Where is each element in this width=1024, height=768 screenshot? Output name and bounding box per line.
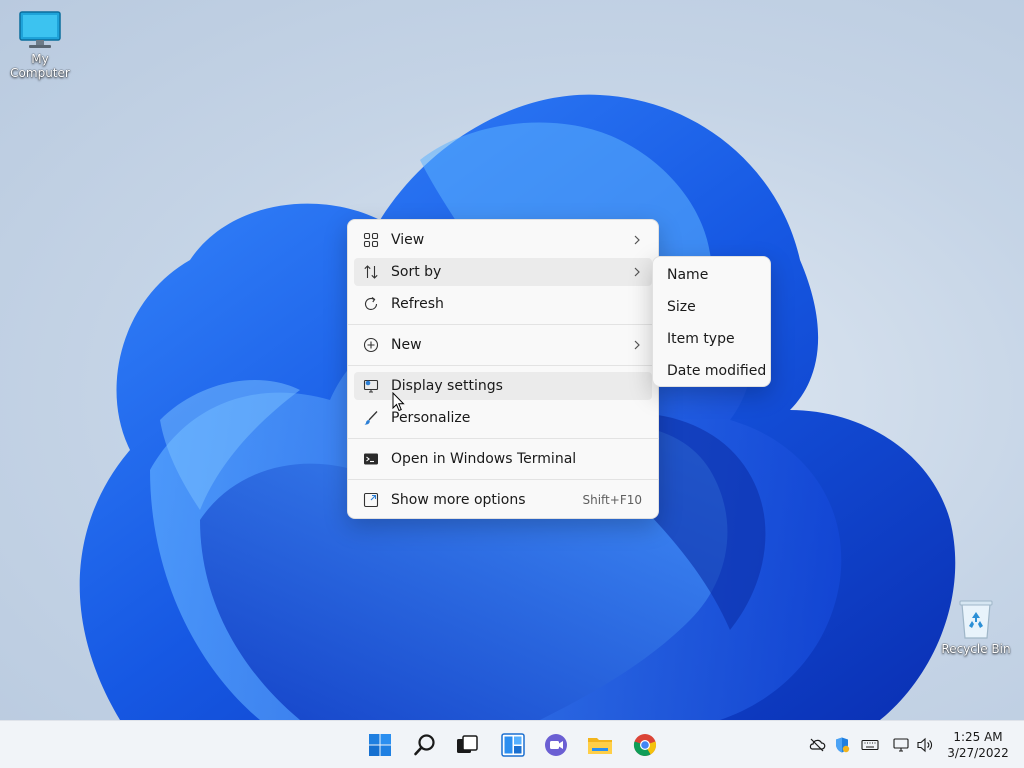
- menu-item-label: Sort by: [391, 264, 442, 280]
- submenu-item-size[interactable]: Size: [657, 293, 767, 321]
- expand-icon: [363, 492, 379, 508]
- menu-item-label: Personalize: [391, 410, 471, 426]
- desktop-icon-label: Recycle Bin: [941, 642, 1011, 656]
- desktop-icon-label: My Computer: [10, 52, 70, 80]
- brush-icon: [364, 411, 378, 425]
- desktop-context-menu: View Sort by Refresh New Display setting…: [347, 219, 659, 519]
- chrome-icon[interactable]: [629, 729, 661, 761]
- shortcut-label: Shift+F10: [582, 493, 642, 507]
- computer-icon: [19, 11, 61, 48]
- menu-item-label: Open in Windows Terminal: [391, 451, 577, 467]
- menu-separator: [348, 365, 658, 366]
- menu-separator: [348, 324, 658, 325]
- grid-icon: [363, 232, 379, 248]
- menu-separator: [348, 438, 658, 439]
- start-icon[interactable]: [364, 729, 396, 761]
- plus-circle-icon: [363, 337, 379, 353]
- chevron-right-icon: [634, 340, 640, 350]
- submenu-item-label: Item type: [667, 331, 735, 347]
- menu-item-sort-by[interactable]: Sort by: [354, 258, 652, 286]
- display-settings-icon: [363, 379, 379, 393]
- chat-icon[interactable]: [540, 729, 572, 761]
- desktop-icon-my-computer[interactable]: My Computer: [0, 10, 80, 80]
- menu-item-open-terminal[interactable]: Open in Windows Terminal: [354, 445, 652, 473]
- menu-item-show-more-options[interactable]: Show more options Shift+F10: [354, 486, 652, 514]
- menu-item-new[interactable]: New: [354, 331, 652, 359]
- file-explorer-icon[interactable]: [584, 729, 616, 761]
- menu-item-label: Show more options: [391, 492, 526, 508]
- network-icon[interactable]: [892, 736, 910, 754]
- submenu-item-label: Size: [667, 299, 696, 315]
- submenu-item-label: Name: [667, 267, 709, 283]
- chevron-right-icon: [634, 235, 640, 245]
- sort-by-submenu: Name Size Item type Date modified: [652, 256, 771, 387]
- desktop-icon-recycle-bin[interactable]: Recycle Bin: [936, 598, 1016, 656]
- security-icon[interactable]: [833, 736, 851, 754]
- volume-icon[interactable]: [916, 736, 934, 754]
- menu-item-label: New: [391, 337, 422, 353]
- sort-icon: [364, 265, 378, 279]
- clock-time: 1:25 AM: [953, 730, 1003, 744]
- system-clock[interactable]: 1:25 AM 3/27/2022: [940, 729, 1016, 761]
- search-icon[interactable]: [409, 729, 441, 761]
- menu-item-label: Display settings: [391, 378, 503, 394]
- refresh-icon: [364, 297, 378, 310]
- keyboard-icon[interactable]: [861, 736, 879, 754]
- widgets-icon[interactable]: [497, 729, 529, 761]
- mouse-cursor-icon: [392, 392, 405, 412]
- submenu-item-name[interactable]: Name: [657, 261, 767, 289]
- menu-item-refresh[interactable]: Refresh: [354, 290, 652, 318]
- menu-separator: [348, 479, 658, 480]
- submenu-item-date-modified[interactable]: Date modified: [657, 357, 767, 385]
- menu-item-label: View: [391, 232, 425, 248]
- submenu-item-item-type[interactable]: Item type: [657, 325, 767, 353]
- onedrive-icon[interactable]: [808, 736, 826, 754]
- clock-date: 3/27/2022: [947, 746, 1009, 760]
- terminal-icon: [364, 453, 378, 465]
- menu-item-label: Refresh: [391, 296, 444, 312]
- taskbar: 1:25 AM 3/27/2022: [0, 720, 1024, 768]
- task-view-icon[interactable]: [451, 729, 483, 761]
- chevron-right-icon: [634, 267, 640, 277]
- submenu-item-label: Date modified: [667, 363, 767, 379]
- menu-item-view[interactable]: View: [354, 226, 652, 254]
- recycle-bin-icon: [959, 600, 993, 639]
